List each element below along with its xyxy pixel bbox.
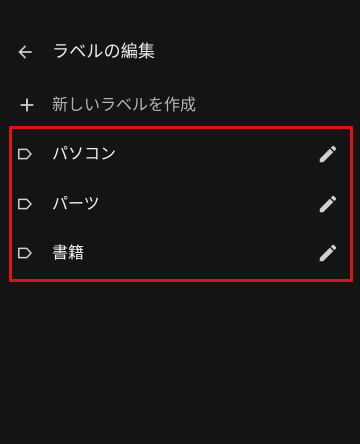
create-label-field[interactable]: 新しいラベルを作成: [0, 86, 360, 124]
app-header: ラベルの編集: [0, 32, 360, 72]
pencil-icon[interactable]: [317, 143, 339, 165]
arrow-left-icon: [18, 45, 32, 59]
back-button[interactable]: [13, 40, 37, 64]
label-item[interactable]: 書籍: [0, 229, 360, 277]
label-name: パソコン: [52, 144, 117, 163]
pencil-icon[interactable]: [317, 242, 339, 264]
label-tag-icon: [18, 198, 32, 210]
label-tag-icon: [18, 247, 32, 259]
label-tag-icon: [18, 148, 32, 160]
label-name: パーツ: [52, 194, 100, 213]
label-name: 書籍: [52, 243, 85, 262]
label-item[interactable]: パーツ: [0, 180, 360, 228]
create-label-placeholder: 新しいラベルを作成: [52, 95, 197, 114]
plus-icon[interactable]: [16, 94, 38, 116]
label-item[interactable]: パソコン: [0, 130, 360, 178]
page-title: ラベルの編集: [52, 42, 156, 62]
pencil-icon[interactable]: [317, 193, 339, 215]
